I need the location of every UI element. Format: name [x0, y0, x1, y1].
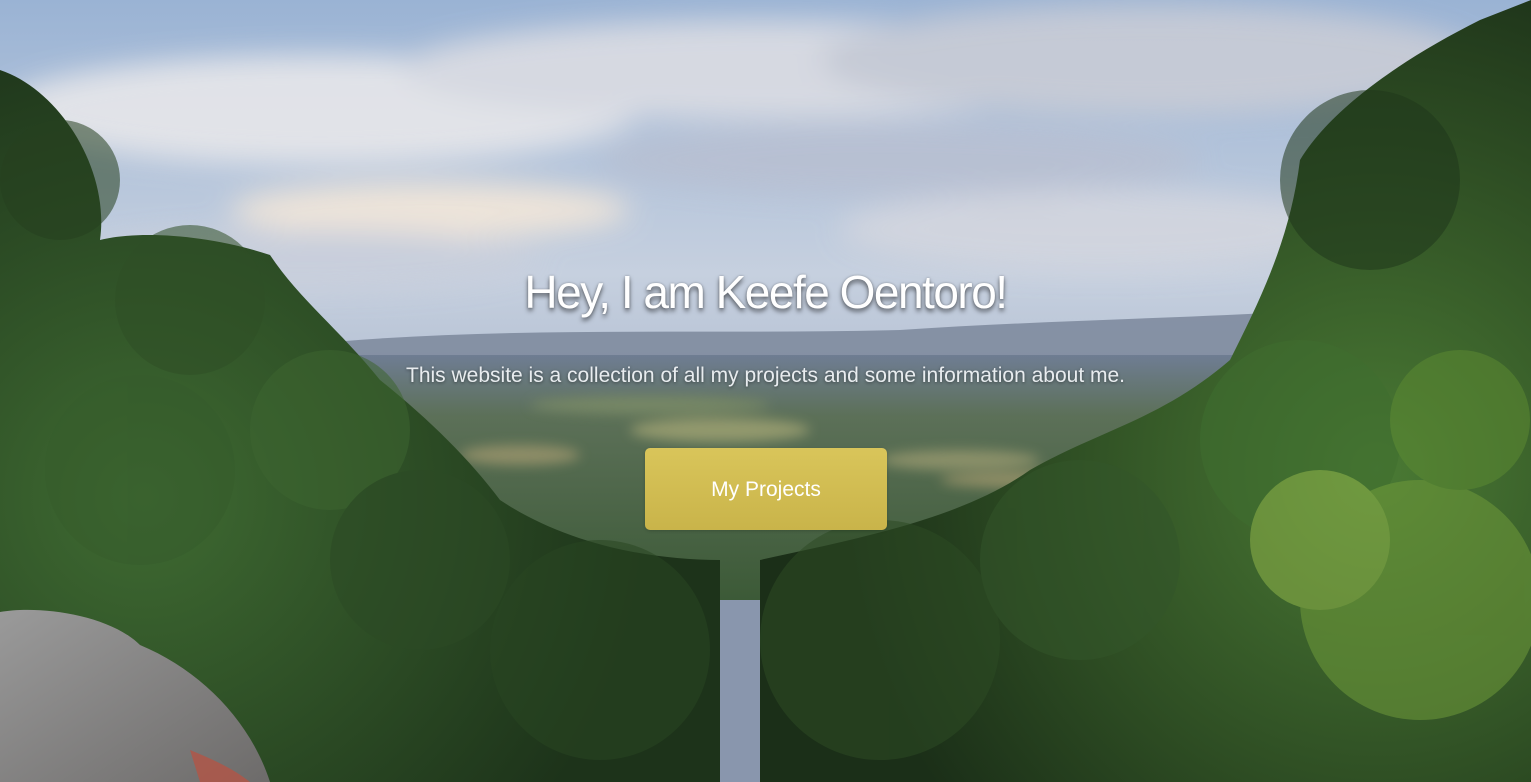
hero-subtitle: This website is a collection of all my p…	[406, 364, 1125, 387]
hero-section: Hey, I am Keefe Oentoro! This website is…	[0, 0, 1531, 782]
hero-content: Hey, I am Keefe Oentoro! This website is…	[0, 0, 1531, 782]
hero-title: Hey, I am Keefe Oentoro!	[524, 266, 1008, 318]
my-projects-button[interactable]: My Projects	[645, 448, 887, 530]
